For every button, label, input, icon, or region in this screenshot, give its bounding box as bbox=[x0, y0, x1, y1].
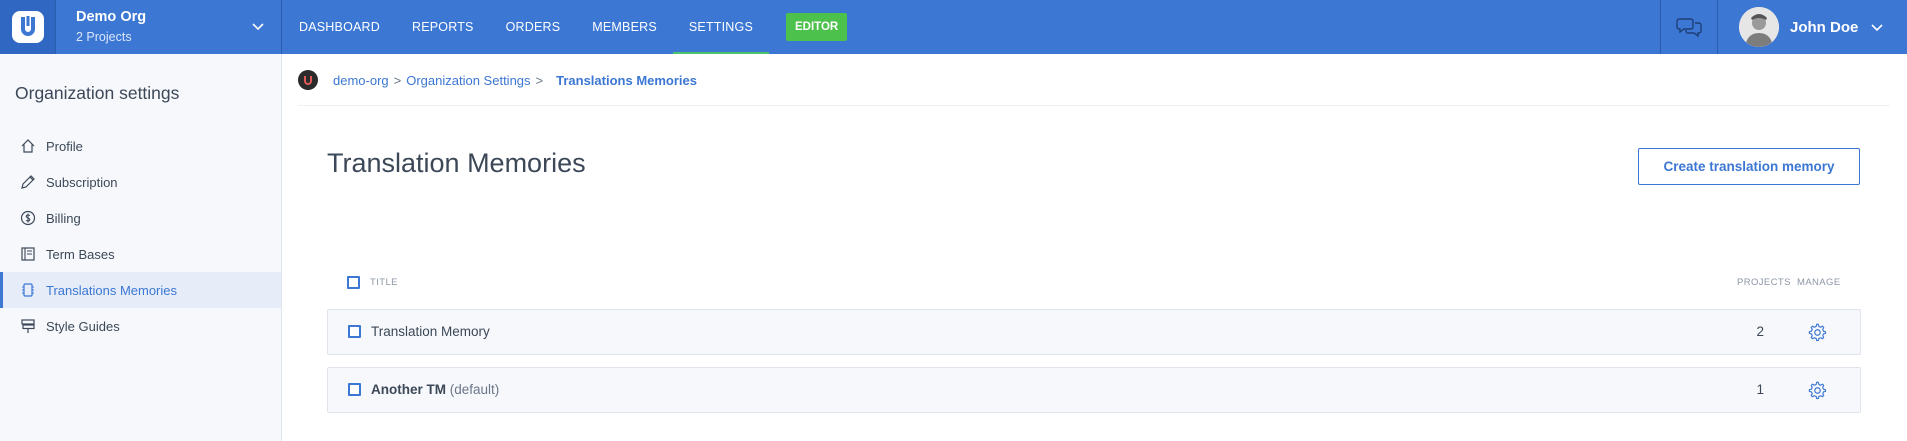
table-header: TITLE PROJECTS MANAGE bbox=[327, 275, 1861, 291]
chat-bubbles-icon bbox=[1676, 18, 1702, 38]
breadcrumb-separator: > bbox=[535, 72, 544, 88]
pencil-icon bbox=[19, 174, 36, 191]
org-logo-icon bbox=[298, 70, 318, 90]
top-navigation-bar: Demo Org 2 Projects DASHBOARD REPORTS OR… bbox=[0, 0, 1907, 54]
row-title-text: Translation Memory bbox=[371, 324, 490, 339]
sidebar-item-label: Translations Memories bbox=[46, 282, 178, 298]
sidebar-menu: Profile Subscription Billing Term Bases … bbox=[0, 128, 281, 344]
column-title: TITLE bbox=[370, 277, 398, 288]
table-row[interactable]: Another TM (default) 1 bbox=[327, 367, 1861, 413]
breadcrumb: demo-org > Organization Settings > Trans… bbox=[298, 70, 697, 90]
sidebar-item-style-guides[interactable]: Style Guides bbox=[0, 308, 281, 344]
home-icon bbox=[19, 138, 36, 155]
page-title: Translation Memories bbox=[327, 148, 586, 178]
breadcrumb-current: Translations Memories bbox=[556, 72, 698, 88]
nav-dashboard[interactable]: DASHBOARD bbox=[283, 0, 396, 54]
main-nav: DASHBOARD REPORTS ORDERS MEMBERS SETTING… bbox=[283, 0, 848, 54]
avatar bbox=[1739, 7, 1779, 47]
row-title[interactable]: Translation Memory bbox=[371, 324, 490, 339]
gear-icon[interactable] bbox=[1807, 380, 1827, 400]
table-row[interactable]: Translation Memory 2 bbox=[327, 309, 1861, 355]
sidebar-item-profile[interactable]: Profile bbox=[0, 128, 281, 164]
sidebar-item-label: Term Bases bbox=[46, 246, 115, 262]
create-translation-memory-button[interactable]: Create translation memory bbox=[1638, 148, 1860, 185]
column-manage: MANAGE bbox=[1797, 277, 1841, 288]
org-name: Demo Org bbox=[76, 9, 147, 25]
signpost-icon bbox=[19, 318, 36, 335]
chat-button[interactable] bbox=[1660, 0, 1718, 54]
sidebar-title: Organization settings bbox=[15, 83, 180, 103]
select-all-checkbox[interactable] bbox=[347, 276, 360, 289]
breadcrumb-demo-org[interactable]: demo-org bbox=[333, 73, 389, 88]
gear-icon[interactable] bbox=[1807, 322, 1827, 342]
nav-settings[interactable]: SETTINGS bbox=[672, 0, 770, 54]
chevron-down-icon bbox=[1871, 24, 1883, 32]
row-title-text: Another TM bbox=[371, 382, 446, 397]
user-menu[interactable]: John Doe bbox=[1739, 6, 1884, 48]
sidebar-item-label: Subscription bbox=[46, 174, 118, 190]
app-logo[interactable] bbox=[0, 0, 56, 54]
org-switcher[interactable]: Demo Org 2 Projects bbox=[56, 0, 282, 54]
chevron-down-icon bbox=[252, 23, 264, 31]
org-project-count: 2 Projects bbox=[76, 30, 132, 44]
sidebar-item-billing[interactable]: Billing bbox=[0, 200, 281, 236]
default-label: (default) bbox=[449, 382, 500, 397]
divider bbox=[298, 105, 1890, 106]
nav-members[interactable]: MEMBERS bbox=[576, 0, 673, 54]
sidebar-item-label: Profile bbox=[46, 138, 83, 154]
row-project-count: 1 bbox=[1756, 382, 1764, 397]
sidebar-item-label: Billing bbox=[46, 210, 81, 226]
settings-sidebar: Organization settings Profile Subscripti… bbox=[0, 54, 282, 441]
breadcrumb-separator: > bbox=[393, 72, 402, 88]
memory-icon bbox=[19, 282, 36, 299]
column-projects: PROJECTS bbox=[1737, 277, 1791, 288]
row-checkbox[interactable] bbox=[348, 383, 361, 396]
row-project-count: 2 bbox=[1756, 324, 1764, 339]
sidebar-item-subscription[interactable]: Subscription bbox=[0, 164, 281, 200]
editor-button[interactable]: EDITOR bbox=[786, 13, 848, 41]
row-checkbox[interactable] bbox=[348, 325, 361, 338]
sidebar-item-label: Style Guides bbox=[46, 318, 120, 334]
sidebar-item-translations-memories[interactable]: Translations Memories bbox=[0, 272, 281, 308]
sidebar-item-term-bases[interactable]: Term Bases bbox=[0, 236, 281, 272]
row-title[interactable]: Another TM (default) bbox=[371, 382, 499, 397]
user-avatar-icon bbox=[1739, 7, 1779, 47]
nav-orders[interactable]: ORDERS bbox=[490, 0, 577, 54]
book-icon bbox=[19, 246, 36, 263]
nav-reports[interactable]: REPORTS bbox=[396, 0, 490, 54]
user-name: John Doe bbox=[1790, 18, 1859, 36]
dollar-icon bbox=[19, 210, 36, 227]
breadcrumb-organization-settings[interactable]: Organization Settings bbox=[406, 73, 530, 88]
logo-icon bbox=[11, 11, 44, 43]
